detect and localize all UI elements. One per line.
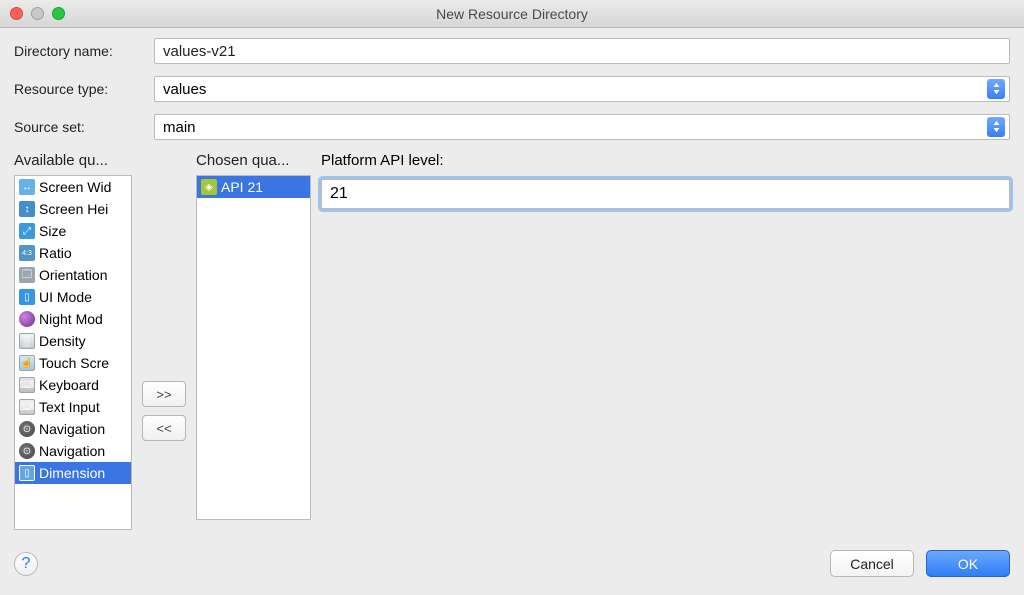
size-icon: ⤢: [19, 223, 35, 239]
window-title: New Resource Directory: [0, 6, 1024, 22]
qualifier-ui-mode[interactable]: ▯UI Mode: [15, 286, 131, 308]
qualifier-size[interactable]: ⤢Size: [15, 220, 131, 242]
screen-width-icon: ↔: [19, 179, 35, 195]
qualifier-orientation[interactable]: 🗔Orientation: [15, 264, 131, 286]
resource-type-label: Resource type:: [14, 81, 154, 97]
ratio-icon: 4:3: [19, 245, 35, 261]
qualifier-keyboard[interactable]: ⌨Keyboard: [15, 374, 131, 396]
ui-mode-icon: ▯: [19, 289, 35, 305]
touch-screen-icon: ☝: [19, 355, 35, 371]
orientation-icon: 🗔: [19, 267, 35, 283]
resource-type-value: values: [163, 81, 987, 98]
qualifier-navigation-method[interactable]: ⊙Navigation: [15, 440, 131, 462]
source-set-value: main: [163, 119, 987, 136]
directory-name-input[interactable]: [154, 38, 1010, 64]
source-set-label: Source set:: [14, 119, 154, 135]
qualifier-navigation-state[interactable]: ⊙Navigation: [15, 418, 131, 440]
available-qualifiers-list[interactable]: ↔Screen Wid ↕Screen Hei ⤢Size 4:3Ratio 🗔…: [14, 175, 132, 530]
chosen-qualifiers-header: Chosen qua...: [196, 152, 311, 169]
navigation-icon: ⊙: [19, 421, 35, 437]
qualifier-dimension[interactable]: ▯Dimension: [15, 462, 131, 484]
resource-type-combo[interactable]: values ▲▼: [154, 76, 1010, 102]
available-qualifiers-header: Available qu...: [14, 152, 132, 169]
add-qualifier-button[interactable]: >>: [142, 381, 186, 407]
density-icon: ▒: [19, 333, 35, 349]
screen-height-icon: ↕: [19, 201, 35, 217]
directory-name-label: Directory name:: [14, 43, 154, 59]
api-level-label: Platform API level:: [321, 152, 1010, 169]
api-level-input[interactable]: [321, 179, 1010, 209]
qualifier-touch-screen[interactable]: ☝Touch Scre: [15, 352, 131, 374]
dimension-icon: ▯: [19, 465, 35, 481]
qualifier-screen-width[interactable]: ↔Screen Wid: [15, 176, 131, 198]
cancel-button[interactable]: Cancel: [830, 550, 914, 577]
qualifier-density[interactable]: ▒Density: [15, 330, 131, 352]
source-set-combo[interactable]: main ▲▼: [154, 114, 1010, 140]
chosen-api-level[interactable]: ◈API 21: [197, 176, 310, 198]
ok-button[interactable]: OK: [926, 550, 1010, 577]
android-icon: ◈: [201, 179, 217, 195]
combo-stepper-icon: ▲▼: [987, 79, 1005, 99]
chosen-qualifiers-list[interactable]: ◈API 21: [196, 175, 311, 520]
help-button[interactable]: ?: [14, 552, 38, 576]
qualifier-text-input[interactable]: ⌨Text Input: [15, 396, 131, 418]
qualifier-screen-height[interactable]: ↕Screen Hei: [15, 198, 131, 220]
qualifier-night-mode[interactable]: Night Mod: [15, 308, 131, 330]
combo-stepper-icon: ▲▼: [987, 117, 1005, 137]
navigation-icon: ⊙: [19, 443, 35, 459]
remove-qualifier-button[interactable]: <<: [142, 415, 186, 441]
night-mode-icon: [19, 311, 35, 327]
qualifier-ratio[interactable]: 4:3Ratio: [15, 242, 131, 264]
keyboard-icon: ⌨: [19, 377, 35, 393]
text-input-icon: ⌨: [19, 399, 35, 415]
titlebar: New Resource Directory: [0, 0, 1024, 28]
